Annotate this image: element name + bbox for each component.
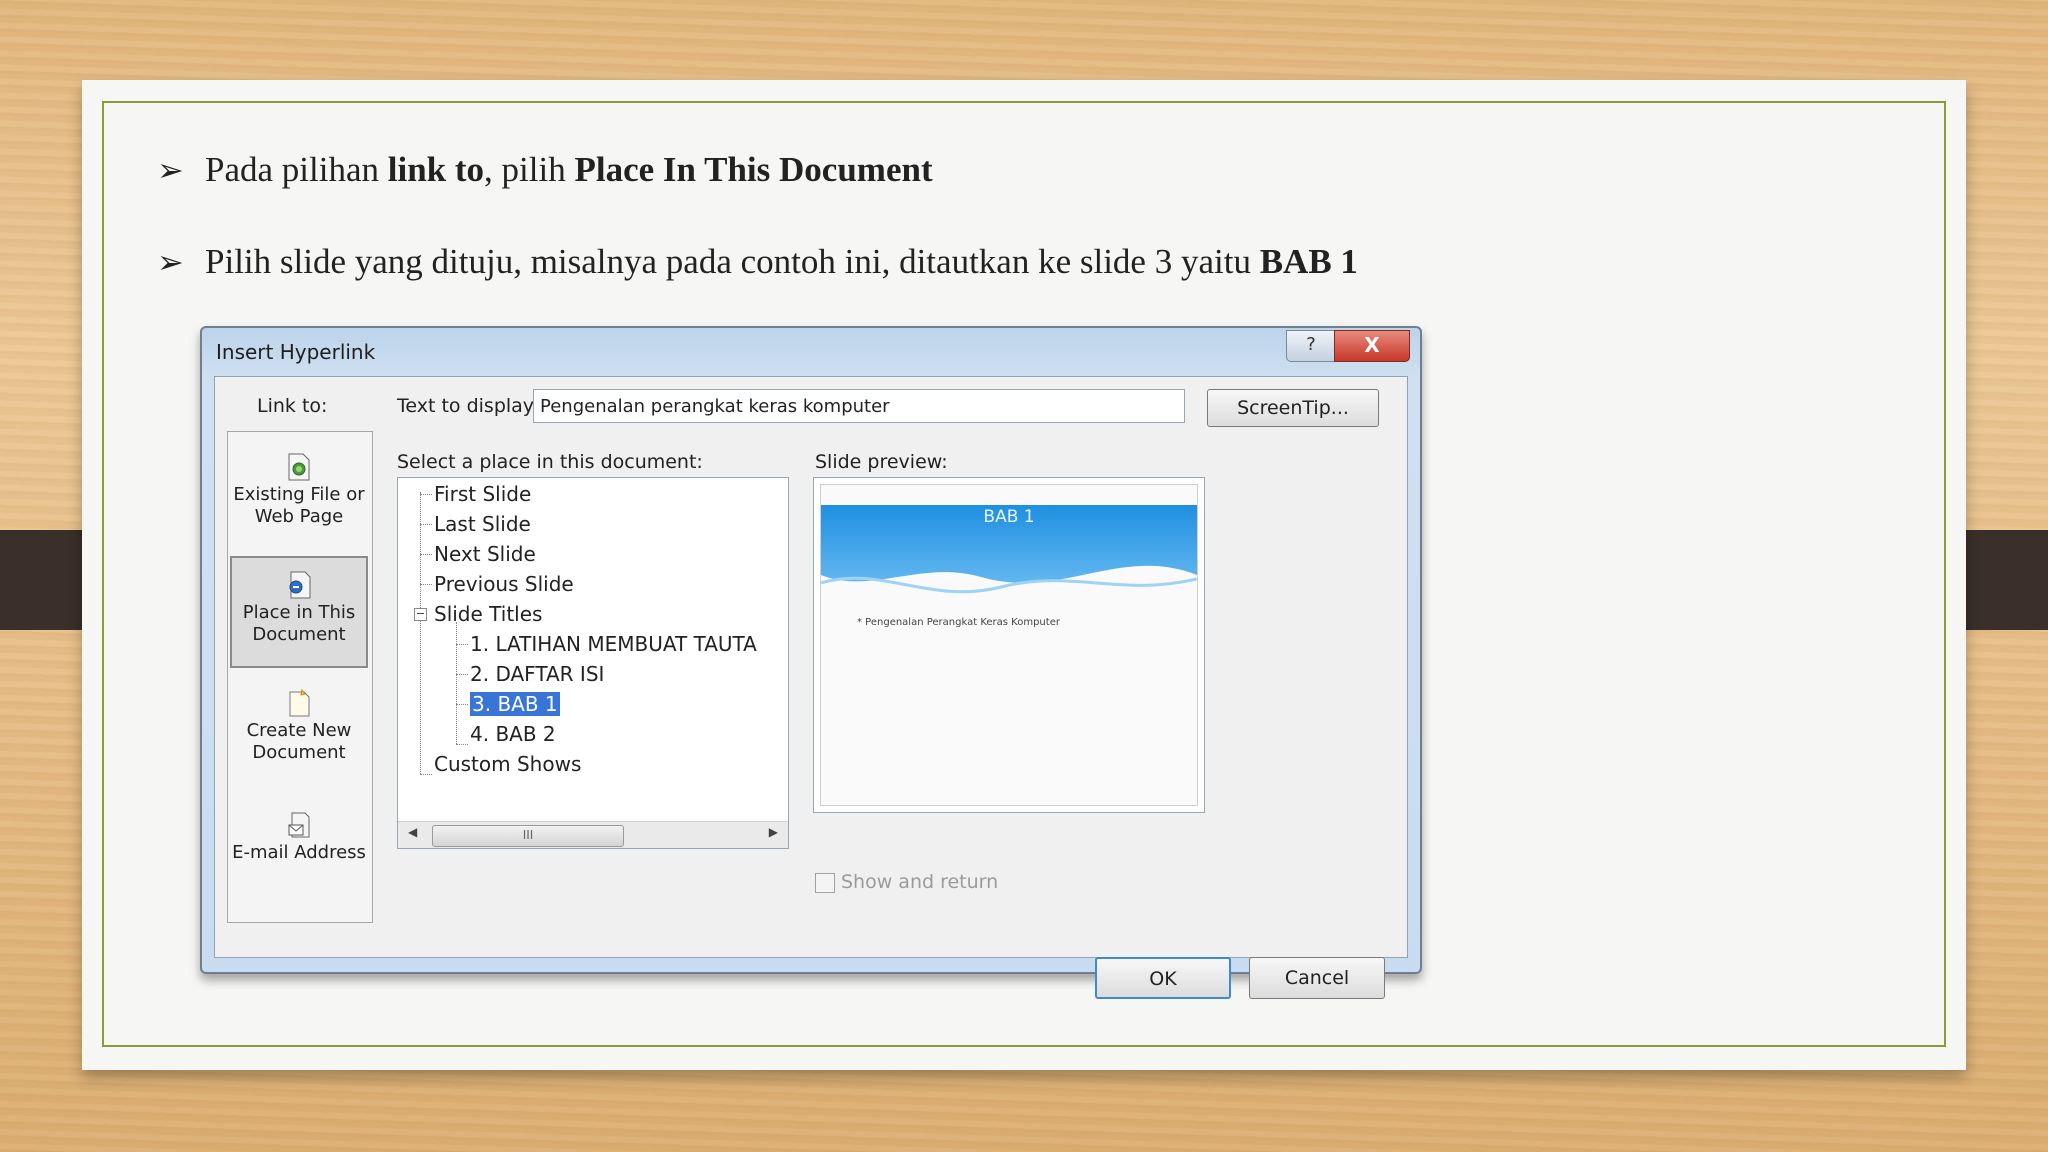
preview-slide-text: * Pengenalan Perangkat Keras Komputer — [857, 617, 1060, 628]
tree-horizontal-scrollbar[interactable]: ◀ III ▶ — [398, 821, 788, 848]
show-and-return-checkbox[interactable] — [815, 873, 835, 893]
tree-line — [456, 744, 468, 745]
cancel-button[interactable]: Cancel — [1249, 957, 1385, 999]
link-to-label: Link to: — [257, 395, 328, 417]
scroll-thumb[interactable]: III — [432, 825, 624, 847]
slide-preview-pane: BAB 1 * Pengenalan Perangkat Keras Kompu… — [813, 477, 1205, 813]
bullet-arrow-icon: ➢ — [157, 151, 184, 189]
bullet-1-prefix: Pada pilihan — [205, 150, 388, 189]
text-to-display-label: Text to display: — [397, 395, 540, 417]
tree-line — [456, 674, 468, 675]
collapse-expander-icon[interactable]: − — [414, 608, 427, 621]
bullet-2: ➢ Pilih slide yang dituju, misalnya pada … — [157, 242, 1358, 282]
sidebar-item-create-new-document[interactable]: Create New Document — [230, 676, 368, 788]
insert-hyperlink-dialog: Insert Hyperlink ? X Link to: Existing F… — [200, 326, 1422, 999]
tree-line — [420, 494, 432, 495]
preview-slide-title: BAB 1 — [983, 507, 1035, 527]
tree-item-next-slide[interactable]: Next Slide — [434, 542, 536, 566]
tree-line — [456, 644, 468, 645]
sidebar-item-label: E-mail Address — [232, 842, 366, 863]
bullet-1-bold-link-to: link to — [387, 150, 485, 189]
tree-item-last-slide[interactable]: Last Slide — [434, 512, 531, 536]
close-button[interactable]: X — [1334, 330, 1410, 362]
help-button[interactable]: ? — [1286, 330, 1336, 362]
sidebar-item-label: Place in This — [242, 602, 356, 623]
document-place-tree[interactable]: − First Slide Last Slide Next Slide Prev… — [397, 477, 789, 849]
tree-item-slide-3-selected[interactable]: 3. BAB 1 — [469, 691, 561, 717]
tree-line — [420, 774, 432, 775]
tree-item-slide-titles[interactable]: Slide Titles — [434, 602, 542, 626]
slide-preview-label: Slide preview: — [815, 451, 948, 473]
existing-file-icon — [288, 453, 310, 481]
bullet-arrow-icon: ➢ — [157, 243, 184, 281]
email-icon — [288, 812, 310, 838]
sidebar-item-label: Existing File or — [233, 484, 365, 505]
tree-item-slide-1[interactable]: 1. LATIHAN MEMBUAT TAUTA — [470, 632, 757, 656]
tree-item-slide-4[interactable]: 4. BAB 2 — [470, 722, 556, 746]
sidebar-item-label: Web Page — [254, 506, 344, 527]
tree-line — [420, 554, 432, 555]
dialog-client-area: Link to: Existing File or Web Page Place… — [214, 376, 1408, 999]
tree-line — [456, 704, 468, 705]
slide-preview-thumbnail: BAB 1 * Pengenalan Perangkat Keras Kompu… — [820, 484, 1198, 806]
new-document-icon — [289, 688, 310, 717]
scroll-left-arrow-icon[interactable]: ◀ — [408, 825, 417, 839]
sidebar-item-place-in-document[interactable]: Place in This Document — [230, 556, 368, 668]
sidebar-item-label: Document — [252, 742, 346, 763]
tree-item-previous-slide[interactable]: Previous Slide — [434, 572, 574, 596]
show-and-return-label: Show and return — [841, 871, 999, 893]
dialog-title: Insert Hyperlink — [216, 340, 376, 364]
place-in-document-icon — [289, 571, 311, 599]
bullet-1-middle: , pilih — [484, 150, 575, 189]
select-place-label: Select a place in this document: — [397, 451, 703, 473]
tree-line — [420, 492, 421, 774]
screentip-button[interactable]: ScreenTip... — [1207, 389, 1379, 427]
tree-line — [456, 622, 457, 744]
bullet-2-bold: BAB 1 — [1259, 242, 1358, 281]
bullet-1: ➢ Pada pilihan link to, pilih Place In Th… — [157, 150, 933, 190]
ok-button[interactable]: OK — [1095, 957, 1231, 999]
slide: ➢ Pada pilihan link to, pilih Place In Th… — [82, 80, 1966, 1070]
tree-line — [420, 524, 432, 525]
link-to-sidebar: Existing File or Web Page Place in This … — [227, 431, 373, 923]
scroll-right-arrow-icon[interactable]: ▶ — [769, 825, 778, 839]
tree-item-first-slide[interactable]: First Slide — [434, 482, 531, 506]
tree-item-custom-shows[interactable]: Custom Shows — [434, 752, 581, 776]
sidebar-item-email-address[interactable]: E-mail Address — [230, 798, 368, 910]
tree-item-slide-2[interactable]: 2. DAFTAR ISI — [470, 662, 604, 686]
tree-line — [420, 584, 432, 585]
sidebar-item-label: Document — [252, 624, 346, 645]
bullet-2-prefix: Pilih slide yang dituju, misalnya pada c… — [205, 242, 1260, 281]
bullet-1-bold-place: Place In This Document — [574, 150, 933, 189]
sidebar-item-existing-file[interactable]: Existing File or Web Page — [230, 440, 368, 552]
text-to-display-input[interactable]: Pengenalan perangkat keras komputer — [533, 389, 1185, 423]
sidebar-item-label: Create New — [246, 720, 352, 741]
